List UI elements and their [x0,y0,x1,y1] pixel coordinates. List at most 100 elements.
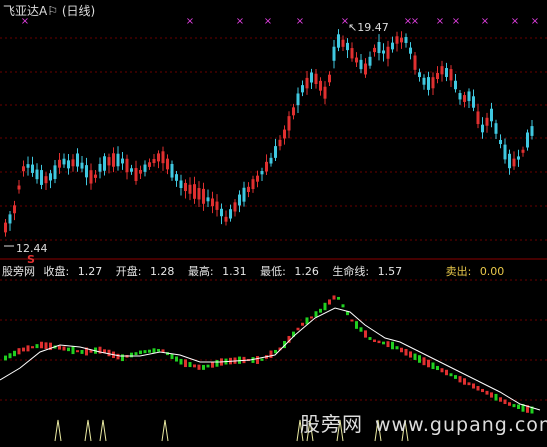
candle-body [305,77,309,89]
x-marker-icon: × [236,16,244,27]
candle-body [67,160,70,169]
indicator-bar [386,341,390,348]
indicator-bar [431,362,435,370]
indicator-bar [193,364,196,368]
indicator-bar [472,383,475,389]
indicator-bar [332,295,336,300]
candle-body [427,77,430,90]
indicator-bar [22,347,25,352]
indicator-bar [422,357,426,366]
candle-body [517,156,520,160]
candle-body [53,165,57,179]
indicator-bar [206,364,210,368]
candle-body [400,37,403,43]
x-marker-icon: × [452,16,460,27]
candle-body [341,39,345,47]
candle-body [382,50,385,54]
indicator-bar [391,341,394,350]
candle-body [526,132,529,148]
close-readout: 收盘: 1.27 [43,265,103,278]
watermark: 股旁网 www.gupang.com [300,412,547,436]
candle-body [80,162,84,169]
candle-body [328,74,331,83]
period-label: (日线) [61,4,96,18]
candle-body [368,56,372,66]
indicator-bar [508,402,511,406]
indicator-bar [445,369,448,376]
candle-body [265,161,268,172]
indicator-bar [377,340,381,344]
candle-body [85,165,88,178]
candle-body [121,158,124,164]
flag-icon: ⚐ [47,4,58,18]
open-readout: 开盘: 1.28 [115,265,175,278]
candle-body [233,202,237,212]
indicator-bar [44,342,48,349]
candle-body [179,180,183,189]
candle-body [481,124,484,133]
indicator-bar [404,348,408,356]
candle-body [134,168,138,181]
indicator-bar [490,392,493,398]
indicator-bar [314,311,318,317]
candle-body [409,47,412,54]
candle-body [350,48,354,59]
candle-body [71,159,75,167]
indicator-bar [62,346,66,351]
indicator-bar [13,350,16,357]
indicator-bar [17,348,21,355]
indicator-bar [382,341,385,345]
candle-body [418,72,421,78]
indicator-bar [355,321,358,329]
indicator-bar [301,322,304,326]
candle-body [440,66,444,75]
indicator-bar [269,350,273,359]
candle-body [256,175,259,182]
indicator-bar [58,345,61,350]
x-marker-icon: × [436,16,444,27]
candle-body [476,111,480,125]
candle-body [445,68,448,77]
candle-body [332,46,336,61]
sell-readout: 卖出: 0.00 [445,265,505,278]
indicator-bar [256,356,259,364]
x-marker-icon: × [531,16,539,27]
candle-body [274,146,277,158]
indicator-bar [211,361,214,368]
indicator-bar [499,397,502,402]
indicator-bar [485,390,489,395]
candle-body [422,77,426,85]
candle-body [197,188,201,200]
candle-body [44,176,48,184]
indicator-bar [467,382,471,386]
candle-body [503,144,507,160]
indicator-bar [512,404,516,408]
indicator-bar [197,364,201,370]
indicator-bar [481,388,484,393]
candle-body [355,57,358,63]
indicator-bar [139,350,142,355]
candle-body [269,157,273,164]
indicator-bar [400,347,403,353]
candle-body [206,197,210,202]
candle-body [359,59,363,70]
lifeline [0,307,541,411]
indicator-bar [26,345,30,352]
candle-body [310,72,313,83]
indicator-bar [40,341,43,349]
candle-body [436,72,439,80]
indicator-name[interactable]: 股旁网 [2,265,35,278]
candle-body [31,164,34,173]
indicator-bar [350,319,354,322]
low-readout: 最低: 1.26 [260,265,319,278]
candle-body [224,216,228,222]
indicator-bar [188,362,192,368]
indicator-bar [427,359,430,368]
window-title: 飞亚达A⚐ (日线) [3,2,95,19]
indicator-bar [152,348,156,354]
indicator-bar [143,350,147,354]
x-marker-icon: × [511,16,519,27]
candle-body [40,170,43,185]
chart-canvas[interactable]: × × × × × × ×× × × × × × [0,0,547,447]
candle-body [215,201,219,210]
